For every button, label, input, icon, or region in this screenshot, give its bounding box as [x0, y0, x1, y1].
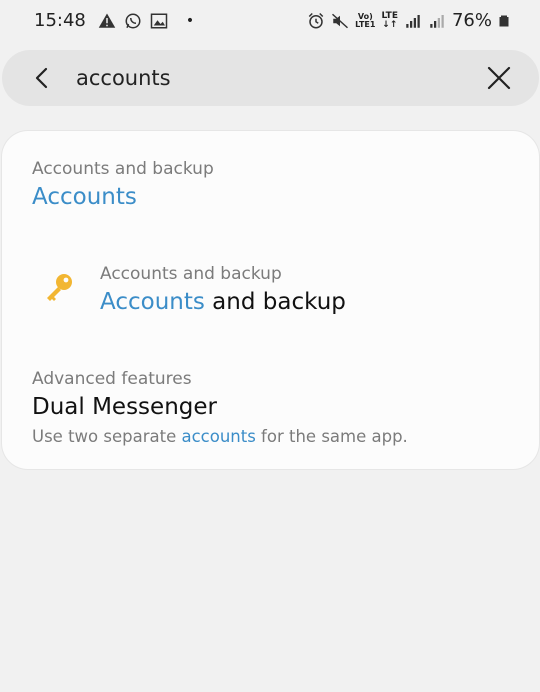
whatsapp-icon — [125, 13, 141, 28]
status-bar-right: Vo) LTE1 LTE ↓↑ 76% — [307, 10, 510, 31]
signal-icon — [406, 14, 420, 28]
volte-indicator: Vo) LTE1 — [355, 11, 376, 29]
notification-dot: • — [185, 12, 195, 29]
result-title: Accounts — [32, 182, 214, 212]
battery-percent: 76% — [451, 10, 492, 31]
warning-icon — [98, 13, 116, 28]
search-results-card: Accounts and backup Accounts Accounts an… — [2, 131, 539, 469]
result-title: Accounts and backup — [100, 287, 346, 317]
data-arrows-icon: ↓↑ — [382, 19, 398, 30]
status-time: 15:48 — [34, 10, 86, 31]
battery-icon — [499, 15, 509, 26]
key-icon — [47, 274, 72, 301]
alarm-icon — [308, 12, 324, 28]
result-item-dual-messenger[interactable]: Advanced features Dual Messenger Use two… — [32, 368, 408, 448]
close-icon[interactable] — [485, 64, 513, 92]
mute-icon — [332, 13, 349, 28]
result-category: Accounts and backup — [100, 264, 282, 284]
result-title-highlight: Accounts — [100, 289, 205, 315]
status-bar: 15:48 • Vo) LTE1 LTE ↓↑ 76% — [0, 0, 540, 42]
result-item-accounts-and-backup[interactable]: Accounts and backup Accounts and backup — [100, 263, 346, 317]
result-category: Advanced features — [32, 369, 192, 389]
search-input[interactable] — [76, 62, 456, 94]
search-bar — [2, 50, 539, 106]
status-bar-left: 15:48 • — [34, 10, 194, 31]
back-arrow-icon[interactable] — [28, 64, 56, 92]
lte-indicator: LTE ↓↑ — [381, 10, 398, 30]
result-title-rest: and backup — [204, 289, 346, 315]
result-title: Dual Messenger — [32, 394, 217, 420]
result-item-accounts[interactable]: Accounts and backup Accounts — [32, 158, 214, 212]
gallery-icon — [150, 13, 168, 28]
result-category: Accounts and backup — [32, 159, 214, 179]
result-title-highlight: Accounts — [32, 184, 137, 210]
result-subtitle: Use two separate accounts for the same a… — [32, 427, 408, 446]
signal-icon — [430, 14, 444, 28]
result-subtitle-highlight: accounts — [181, 427, 256, 446]
